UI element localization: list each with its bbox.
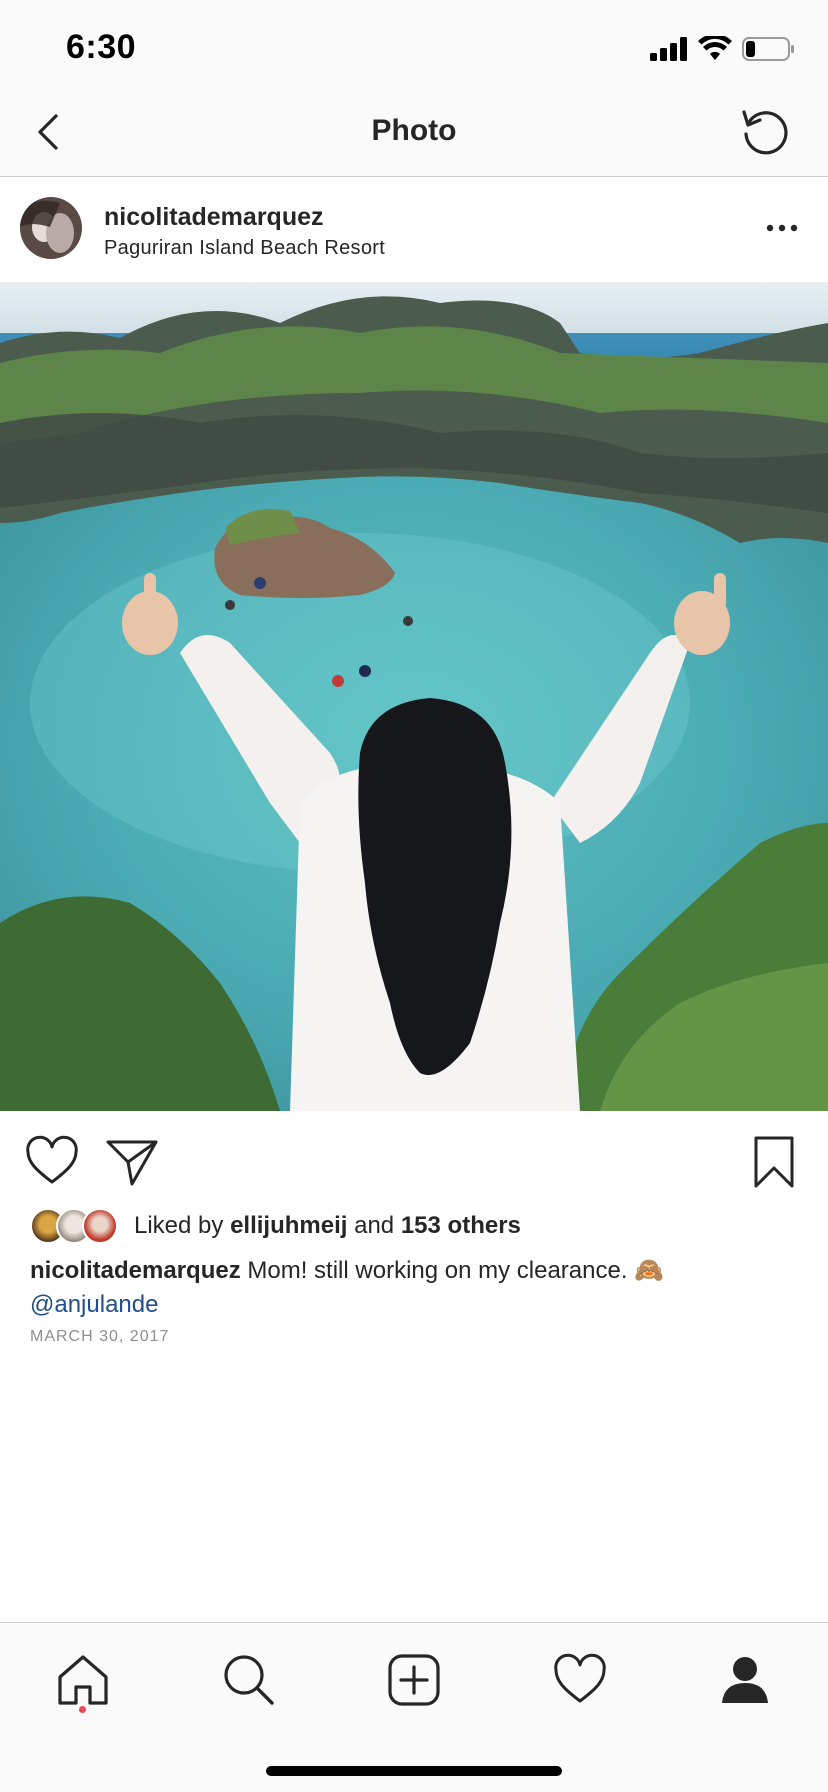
post-photo-image — [0, 283, 828, 1111]
bookmark-icon[interactable] — [750, 1134, 798, 1190]
likes-prefix: Liked by — [134, 1212, 224, 1239]
cellular-signal-icon — [650, 37, 687, 61]
wifi-icon — [698, 36, 732, 60]
likes-row[interactable]: Liked by ellijuhmeij and 153 others — [30, 1208, 521, 1244]
liker-avatars — [30, 1208, 122, 1244]
caption-text: Mom! still working on my clearance. 🙈 — [247, 1257, 665, 1284]
liker-avatar — [82, 1208, 118, 1244]
caption-mention[interactable]: @anjulande — [30, 1288, 800, 1322]
post-username[interactable]: nicolitademarquez — [104, 203, 324, 232]
home-icon[interactable] — [54, 1651, 112, 1709]
likes-others[interactable]: 153 others — [401, 1212, 521, 1239]
home-indicator[interactable] — [266, 1766, 562, 1776]
caption-author[interactable]: nicolitademarquez — [30, 1257, 241, 1284]
liker-username[interactable]: ellijuhmeij — [230, 1212, 347, 1239]
page-title: Photo — [371, 114, 457, 147]
status-time: 6:30 — [66, 28, 137, 66]
add-post-icon[interactable] — [385, 1651, 443, 1709]
activity-heart-icon[interactable] — [551, 1651, 609, 1709]
battery-icon — [742, 37, 794, 61]
status-bar: 6:30 — [0, 0, 828, 88]
post-caption: nicolitademarquez Mom! still working on … — [30, 1254, 800, 1322]
paper-plane-icon[interactable] — [104, 1134, 160, 1190]
more-horizontal-icon[interactable] — [762, 213, 802, 243]
likes-text: Liked by ellijuhmeij and 153 others — [134, 1212, 521, 1240]
post-header: nicolitademarquez Paguriran Island Beach… — [0, 177, 828, 283]
profile-icon[interactable] — [716, 1651, 774, 1709]
status-icons — [650, 34, 796, 64]
post-photo[interactable] — [0, 283, 828, 1111]
post-location[interactable]: Paguriran Island Beach Resort — [104, 237, 385, 260]
search-icon[interactable] — [220, 1651, 278, 1709]
screen: 6:30 Photo nicolitademarquez Paguriran I… — [0, 0, 828, 1792]
avatar[interactable] — [20, 197, 82, 259]
post-actions — [0, 1112, 828, 1212]
avatar-photo — [20, 197, 82, 259]
home-notification-dot — [79, 1706, 86, 1713]
nav-bar: Photo — [0, 88, 828, 177]
likes-joiner: and — [354, 1212, 395, 1239]
post-date: MARCH 30, 2017 — [30, 1328, 170, 1345]
refresh-icon[interactable] — [738, 104, 792, 158]
heart-icon[interactable] — [24, 1134, 80, 1190]
